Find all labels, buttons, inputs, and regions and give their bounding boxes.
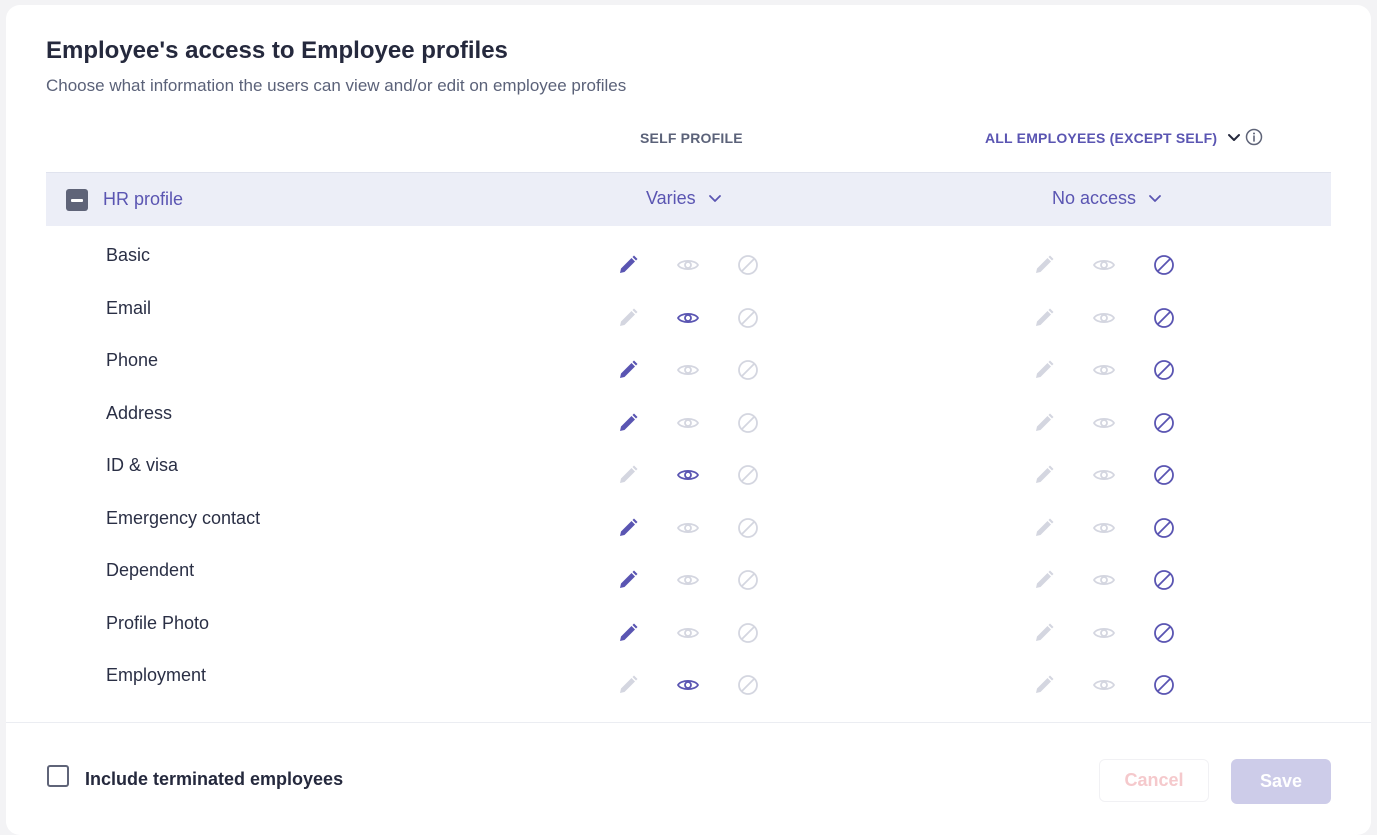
all-edit-icon[interactable] [1032, 568, 1056, 592]
permission-row-label: Profile Photo [106, 612, 210, 633]
info-icon[interactable] [1245, 128, 1263, 146]
all-view-icon[interactable] [1092, 253, 1116, 277]
all-no-access-icon[interactable] [1152, 568, 1176, 592]
permission-row-label: Email [106, 297, 152, 318]
self-view-icon[interactable] [676, 358, 700, 382]
hr-profile-group-row: HR profile Varies No access [46, 172, 1331, 226]
self-access-value: Varies [646, 188, 696, 208]
all-edit-icon[interactable] [1032, 516, 1056, 540]
all-access-value: No access [1052, 188, 1137, 208]
chevron-down-icon [1228, 134, 1241, 141]
permission-row: Profile Photo [6, 593, 1371, 645]
permission-row: Dependent [6, 540, 1371, 592]
all-view-icon[interactable] [1092, 358, 1116, 382]
self-edit-icon[interactable] [616, 411, 640, 435]
all-no-access-icon[interactable] [1152, 673, 1176, 697]
chevron-down-icon [708, 194, 721, 202]
all-edit-icon[interactable] [1032, 621, 1056, 645]
self-edit-icon[interactable] [616, 568, 640, 592]
self-edit-icon[interactable] [616, 621, 640, 645]
all-access-dropdown[interactable]: No access [1052, 188, 1162, 209]
self-no-access-icon[interactable] [736, 306, 760, 330]
self-view-icon[interactable] [676, 568, 700, 592]
self-no-access-icon[interactable] [736, 463, 760, 487]
self-edit-icon[interactable] [616, 516, 640, 540]
all-employees-column-dropdown[interactable]: ALL EMPLOYEES (EXCEPT SELF) [985, 130, 1241, 146]
self-no-access-icon[interactable] [736, 516, 760, 540]
permission-row-label: Emergency contact [106, 507, 261, 528]
all-edit-icon[interactable] [1032, 673, 1056, 697]
self-view-icon[interactable] [676, 463, 700, 487]
all-no-access-icon[interactable] [1152, 463, 1176, 487]
all-edit-icon[interactable] [1032, 253, 1056, 277]
group-label: HR profile [103, 189, 184, 209]
all-no-access-icon[interactable] [1152, 306, 1176, 330]
dialog-footer: Include terminated employees Cancel Save [6, 722, 1371, 833]
dialog-title: Employee's access to Employee profiles [46, 37, 508, 64]
permission-row: Address [6, 383, 1371, 435]
self-view-icon[interactable] [676, 253, 700, 277]
all-view-icon[interactable] [1092, 306, 1116, 330]
permission-row: Phone [6, 330, 1371, 382]
permission-row-label: Address [106, 402, 173, 423]
permission-row-label: Phone [106, 350, 159, 370]
self-no-access-icon[interactable] [736, 411, 760, 435]
self-access-dropdown[interactable]: Varies [646, 188, 722, 209]
self-no-access-icon[interactable] [736, 568, 760, 592]
all-view-icon[interactable] [1092, 411, 1116, 435]
self-edit-icon[interactable] [616, 253, 640, 277]
all-no-access-icon[interactable] [1152, 411, 1176, 435]
self-edit-icon[interactable] [616, 463, 640, 487]
self-view-icon[interactable] [676, 516, 700, 540]
all-no-access-icon[interactable] [1152, 516, 1176, 540]
permission-row: Basic [6, 225, 1371, 277]
all-edit-icon[interactable] [1032, 358, 1056, 382]
all-employees-column-label: ALL EMPLOYEES (EXCEPT SELF) [985, 130, 1218, 146]
self-view-icon[interactable] [676, 621, 700, 645]
self-no-access-icon[interactable] [736, 621, 760, 645]
permission-row-label: Dependent [106, 560, 195, 580]
self-edit-icon[interactable] [616, 673, 640, 697]
permission-row-label: ID & visa [106, 455, 179, 475]
all-no-access-icon[interactable] [1152, 253, 1176, 277]
all-edit-icon[interactable] [1032, 463, 1056, 487]
self-no-access-icon[interactable] [736, 253, 760, 277]
chevron-down-icon [1149, 194, 1161, 202]
include-terminated-checkbox[interactable] [47, 765, 69, 787]
include-terminated-label: Include terminated employees [85, 769, 344, 789]
self-view-icon[interactable] [676, 673, 700, 697]
all-edit-icon[interactable] [1032, 411, 1056, 435]
permission-row: ID & visa [6, 435, 1371, 487]
all-no-access-icon[interactable] [1152, 358, 1176, 382]
permission-row: Employment [6, 645, 1371, 697]
permission-row: Email [6, 278, 1371, 330]
all-view-icon[interactable] [1092, 621, 1116, 645]
all-view-icon[interactable] [1092, 568, 1116, 592]
self-no-access-icon[interactable] [736, 673, 760, 697]
cancel-button[interactable]: Cancel [1099, 759, 1209, 802]
self-no-access-icon[interactable] [736, 358, 760, 382]
all-edit-icon[interactable] [1032, 306, 1056, 330]
self-edit-icon[interactable] [616, 358, 640, 382]
save-button[interactable]: Save [1231, 759, 1331, 804]
all-view-icon[interactable] [1092, 673, 1116, 697]
all-no-access-icon[interactable] [1152, 621, 1176, 645]
self-view-icon[interactable] [676, 306, 700, 330]
permission-row-label: Basic [106, 245, 151, 265]
self-edit-icon[interactable] [616, 306, 640, 330]
dialog-subtitle: Choose what information the users can vi… [46, 76, 627, 95]
permission-row: Emergency contact [6, 488, 1371, 540]
all-view-icon[interactable] [1092, 463, 1116, 487]
permission-row-label: Employment [106, 665, 207, 685]
collapse-toggle[interactable] [66, 189, 88, 211]
self-view-icon[interactable] [676, 411, 700, 435]
permissions-dialog: Employee's access to Employee profiles C… [6, 5, 1371, 835]
self-profile-column-header: SELF PROFILE [640, 130, 743, 146]
all-view-icon[interactable] [1092, 516, 1116, 540]
